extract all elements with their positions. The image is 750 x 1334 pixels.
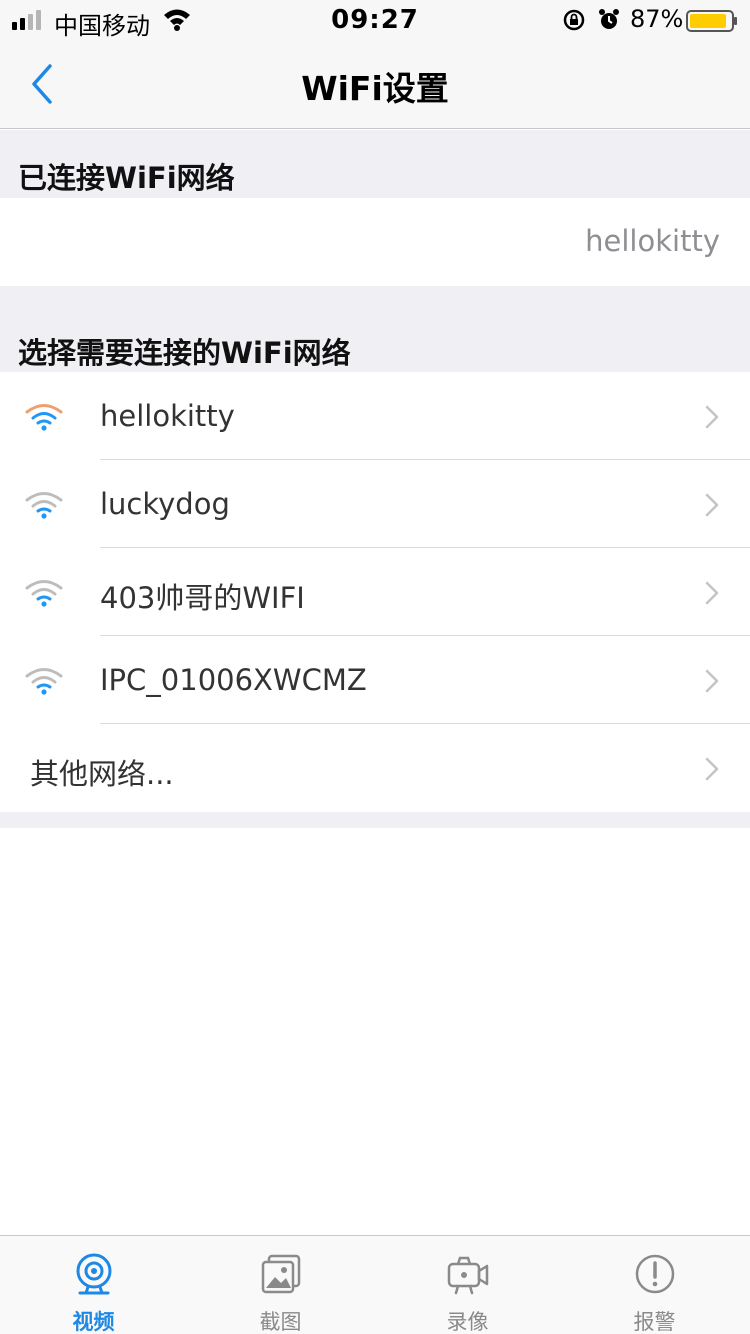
alert-icon: [635, 1254, 675, 1294]
network-name: luckydog: [100, 487, 230, 521]
network-row-hellokitty[interactable]: hellokitty: [0, 372, 750, 460]
navigation-bar: WiFi设置: [0, 40, 750, 129]
network-name: 403帅哥的WIFI: [100, 581, 305, 615]
other-networks-label: 其他网络...: [30, 757, 174, 791]
tab-label: 报警: [633, 1310, 676, 1334]
rotation-lock-icon: [563, 9, 585, 31]
chevron-right-icon: [705, 581, 719, 605]
tab-recordings[interactable]: 录像: [374, 1236, 561, 1334]
network-row-403[interactable]: 403帅哥的WIFI: [0, 548, 750, 636]
wifi-signal-icon: [25, 404, 63, 431]
status-bar: 中国移动 09:27 87%: [0, 0, 750, 40]
battery-icon: [686, 10, 737, 32]
chevron-right-icon: [705, 757, 719, 781]
connected-section-header: 已连接WiFi网络: [0, 130, 750, 198]
chevron-right-icon: [705, 669, 719, 693]
camera-icon: [76, 1253, 112, 1295]
battery-percentage: 87%: [630, 5, 684, 33]
gallery-icon: [261, 1254, 301, 1294]
tab-video[interactable]: 视频: [0, 1236, 187, 1334]
alarm-icon: [599, 9, 619, 29]
network-row-luckydog[interactable]: luckydog: [0, 460, 750, 548]
list-footer-separator: [0, 812, 750, 828]
tab-label: 录像: [446, 1310, 489, 1334]
page-title: WiFi设置: [301, 69, 449, 108]
chevron-right-icon: [705, 493, 719, 517]
connected-section-title: 已连接WiFi网络: [18, 161, 235, 195]
wifi-signal-icon: [25, 668, 63, 695]
network-list: hellokitty luckydog 403帅哥的WIFI IPC_01006…: [0, 372, 750, 812]
other-networks-row[interactable]: 其他网络...: [0, 724, 750, 812]
network-row-ipc[interactable]: IPC_01006XWCMZ: [0, 636, 750, 724]
wifi-signal-icon: [25, 492, 63, 519]
tab-label: 视频: [72, 1310, 115, 1334]
network-name: hellokitty: [100, 399, 235, 433]
video-camera-icon: [447, 1256, 489, 1295]
chevron-right-icon: [705, 405, 719, 429]
wifi-signal-icon: [25, 580, 63, 607]
choose-section-title: 选择需要连接的WiFi网络: [18, 336, 351, 370]
choose-section-header: 选择需要连接的WiFi网络: [0, 286, 750, 372]
tab-screenshots[interactable]: 截图: [187, 1236, 374, 1334]
tab-alarms[interactable]: 报警: [561, 1236, 748, 1334]
connected-network-row: hellokitty: [0, 198, 750, 286]
tab-bar: 视频 截图 录像 报警: [0, 1235, 750, 1334]
tab-label: 截图: [259, 1310, 302, 1334]
connected-ssid: hellokitty: [585, 224, 720, 258]
network-name: IPC_01006XWCMZ: [100, 663, 367, 697]
